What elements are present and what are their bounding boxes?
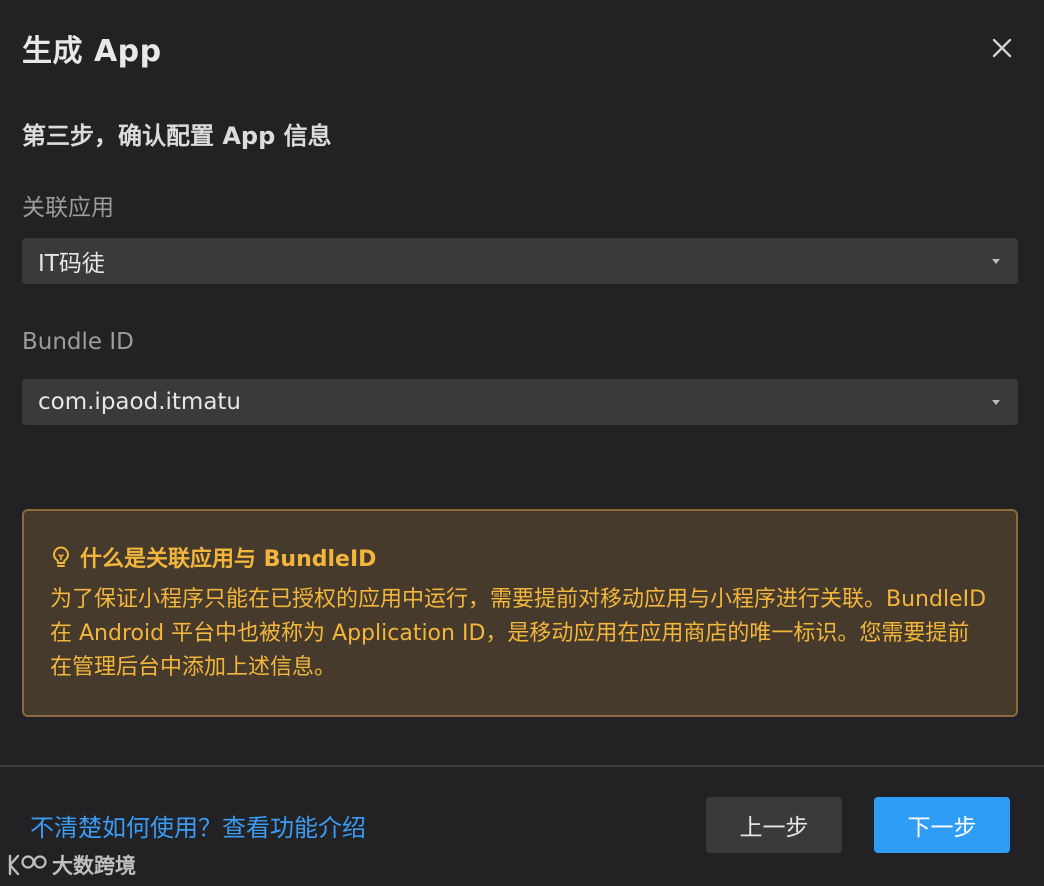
lightbulb-icon xyxy=(50,545,72,569)
help-link[interactable]: 不清楚如何使用？查看功能介绍 xyxy=(30,808,366,843)
bundle-id-select[interactable]: com.ipaod.itmatu xyxy=(22,379,1018,425)
prev-step-button[interactable]: 上一步 xyxy=(706,797,842,853)
next-step-button[interactable]: 下一步 xyxy=(874,797,1010,853)
dialog-title: 生成 App xyxy=(22,34,162,69)
linked-app-value: IT码徒 xyxy=(38,251,105,277)
close-button[interactable] xyxy=(986,32,1018,64)
caret-down-icon xyxy=(992,258,1000,264)
generate-app-dialog: 生成 App 第三步，确认配置 App 信息 关联应用 IT码徒 Bundle … xyxy=(0,0,1044,886)
watermark-logo-icon xyxy=(6,850,48,880)
caret-down-icon xyxy=(992,399,1000,405)
bundle-id-value: com.ipaod.itmatu xyxy=(38,389,242,415)
notice-title: 什么是关联应用与 BundleID xyxy=(80,547,377,572)
info-notice: 什么是关联应用与 BundleID 为了保证小程序只能在已授权的应用中运行，需要… xyxy=(22,509,1018,717)
notice-body: 为了保证小程序只能在已授权的应用中运行，需要提前对移动应用与小程序进行关联。Bu… xyxy=(50,587,987,680)
watermark: 大数跨境 xyxy=(6,850,136,880)
linked-app-select[interactable]: IT码徒 xyxy=(22,238,1018,284)
step-title: 第三步，确认配置 App 信息 xyxy=(22,122,332,150)
close-icon xyxy=(992,38,1012,58)
linked-app-label: 关联应用 xyxy=(22,195,114,221)
bundle-id-label: Bundle ID xyxy=(22,329,134,355)
footer-divider xyxy=(0,765,1044,767)
notice-header: 什么是关联应用与 BundleID xyxy=(50,541,990,573)
watermark-text: 大数跨境 xyxy=(52,854,136,878)
